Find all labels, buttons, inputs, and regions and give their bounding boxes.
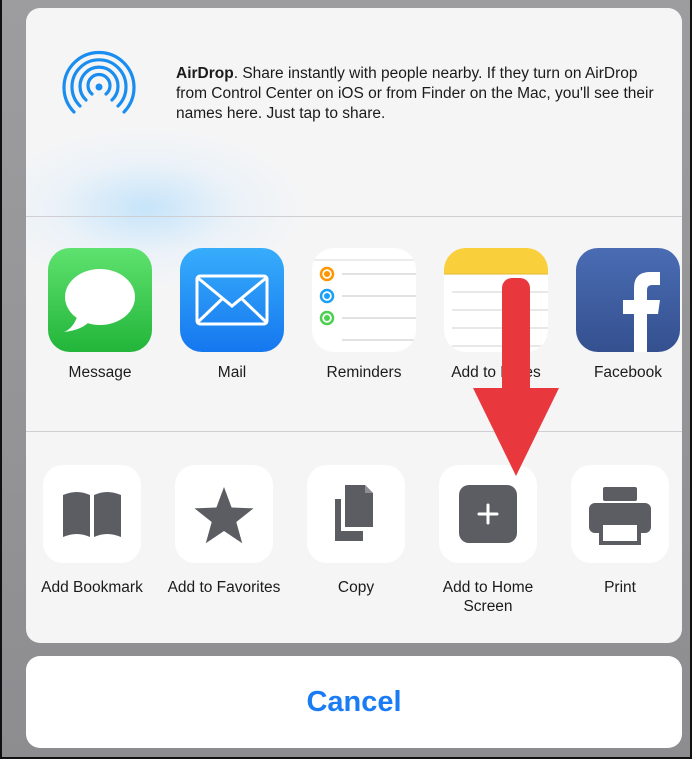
reminders-icon[interactable] — [312, 248, 416, 352]
add-square-icon[interactable] — [439, 465, 537, 563]
app-label: Reminders — [326, 364, 402, 381]
app-reminders[interactable]: Reminders — [304, 248, 424, 382]
action-add-bookmark[interactable]: Add Bookmark — [32, 465, 152, 597]
airdrop-title: AirDrop — [176, 65, 234, 82]
screen-frame: AirDrop. Share instantly with people nea… — [0, 0, 692, 759]
action-add-to-favorites[interactable]: Add to Favorites — [164, 465, 284, 597]
airdrop-description: AirDrop. Share instantly with people nea… — [176, 64, 656, 124]
facebook-icon[interactable] — [576, 248, 680, 352]
action-label: Add to Home Screen — [442, 579, 534, 615]
app-message[interactable]: Message — [40, 248, 160, 382]
action-label: Print — [604, 579, 636, 596]
app-mail[interactable]: Mail — [172, 248, 292, 382]
app-facebook[interactable]: Facebook — [568, 248, 682, 382]
action-print[interactable]: Print — [560, 465, 680, 597]
action-add-to-home-screen[interactable]: Add to Home Screen — [428, 465, 548, 616]
app-label: Facebook — [593, 364, 663, 381]
divider — [26, 431, 682, 432]
action-copy[interactable]: Copy — [296, 465, 416, 597]
star-icon[interactable] — [175, 465, 273, 563]
mail-icon[interactable] — [180, 248, 284, 352]
arrow-down-icon — [473, 278, 559, 476]
share-sheet: AirDrop. Share instantly with people nea… — [26, 8, 682, 643]
action-label: Add to Favorites — [167, 579, 281, 596]
divider — [26, 216, 682, 217]
app-label: Message — [68, 364, 132, 381]
action-label: Add Bookmark — [41, 579, 143, 596]
cancel-button[interactable]: Cancel — [26, 656, 682, 748]
action-label: Copy — [337, 579, 375, 596]
messages-icon[interactable] — [48, 248, 152, 352]
app-label: Mail — [217, 364, 247, 381]
book-icon[interactable] — [43, 465, 141, 563]
airdrop-section: AirDrop. Share instantly with people nea… — [26, 8, 682, 216]
copy-icon[interactable] — [307, 465, 405, 563]
airdrop-body: . Share instantly with people nearby. If… — [176, 65, 654, 122]
printer-icon[interactable] — [571, 465, 669, 563]
airdrop-icon[interactable] — [56, 46, 142, 132]
